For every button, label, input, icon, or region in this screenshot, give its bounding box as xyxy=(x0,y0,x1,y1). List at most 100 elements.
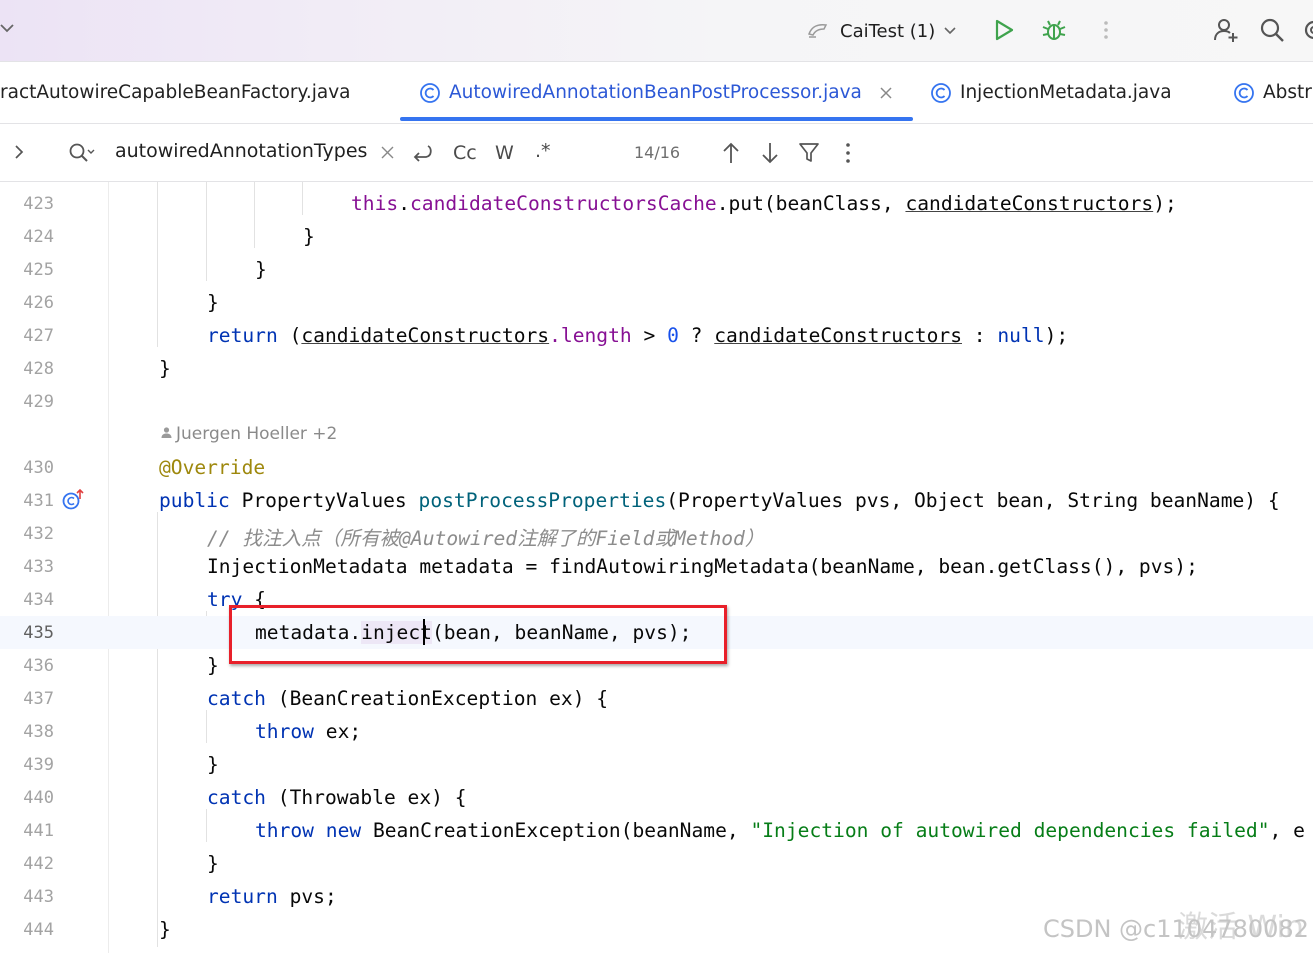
regex-toggle[interactable]: .* xyxy=(535,140,551,162)
line-number: 423 xyxy=(23,194,54,214)
code-line: 425 } xyxy=(0,253,1313,286)
code-text: InjectionMetadata metadata = findAutowir… xyxy=(207,555,1198,578)
highlight-annotation-box xyxy=(229,605,727,664)
search-icon[interactable] xyxy=(1258,16,1286,44)
code-text: } xyxy=(207,852,219,875)
find-bar: autowiredAnnotationTypes Cc W .* 14/16 xyxy=(0,124,1313,182)
code-text: } xyxy=(207,753,219,776)
line-number: 439 xyxy=(23,755,54,775)
code-text: } xyxy=(207,654,219,677)
new-line-icon[interactable] xyxy=(410,142,434,164)
code-text: } xyxy=(159,357,171,380)
words-toggle[interactable]: W xyxy=(495,142,514,164)
class-icon xyxy=(1234,82,1254,103)
line-number: 432 xyxy=(23,524,54,544)
tab-label: Abstr xyxy=(1263,82,1312,103)
code-text: public PropertyValues postProcessPropert… xyxy=(159,489,1280,512)
search-history-icon[interactable] xyxy=(68,142,96,164)
tab-autowired-annotation-bean-post-processor[interactable]: AutowiredAnnotationBeanPostProcessor.jav… xyxy=(419,62,892,123)
code-text: } xyxy=(159,918,171,941)
code-text: return (candidateConstructors.length > 0… xyxy=(207,324,1069,347)
code-text: } xyxy=(255,258,267,281)
line-number: 444 xyxy=(23,920,54,940)
code-line: 426 } xyxy=(0,286,1313,319)
line-number: 443 xyxy=(23,887,54,907)
code-comment: // 找注入点（所有被@Autowired注解了的Field或Method） xyxy=(207,527,765,550)
code-line: 433 InjectionMetadata metadata = findAut… xyxy=(0,550,1313,583)
clear-icon[interactable] xyxy=(381,146,394,159)
tab-abstract[interactable]: Abstr xyxy=(1233,62,1312,123)
match-count: 14/16 xyxy=(634,143,681,162)
code-line: 431 public PropertyValues postProcessPro… xyxy=(0,484,1313,517)
code-line: 429 xyxy=(0,385,1313,418)
debug-icon[interactable] xyxy=(1040,16,1068,44)
code-text: catch (BeanCreationException ex) { xyxy=(207,687,609,710)
tab-injection-metadata[interactable]: InjectionMetadata.java xyxy=(930,62,1172,123)
code-text: this.candidateConstructorsCache.put(bean… xyxy=(351,192,1177,215)
active-tab-indicator xyxy=(400,117,913,121)
code-line: 424 } xyxy=(0,220,1313,253)
code-line: 443 return pvs; xyxy=(0,880,1313,913)
line-number: 431 xyxy=(23,491,54,511)
chevron-right-icon[interactable] xyxy=(12,144,26,160)
editor-tabs: ractAutowireCapableBeanFactory.java Auto… xyxy=(0,62,1313,124)
arrow-down-icon[interactable] xyxy=(759,141,781,165)
filter-icon[interactable] xyxy=(798,141,820,165)
line-number: 433 xyxy=(23,557,54,577)
line-number: 437 xyxy=(23,689,54,709)
code-line: 437 catch (BeanCreationException ex) { xyxy=(0,682,1313,715)
more-options-icon[interactable] xyxy=(1092,16,1120,44)
search-input[interactable]: autowiredAnnotationTypes xyxy=(115,140,367,162)
add-user-icon[interactable] xyxy=(1212,16,1240,44)
code-text: catch (Throwable ex) { xyxy=(207,786,467,809)
overrides-method-icon[interactable] xyxy=(61,488,85,512)
match-case-toggle[interactable]: Cc xyxy=(453,142,477,164)
code-line: 430 @Override xyxy=(0,451,1313,484)
code-text: } xyxy=(303,225,315,248)
code-line: 441 throw new BeanCreationException(bean… xyxy=(0,814,1313,847)
code-text: } xyxy=(207,291,219,314)
class-icon xyxy=(420,82,440,103)
line-number: 440 xyxy=(23,788,54,808)
arrow-up-icon[interactable] xyxy=(720,141,742,165)
tab-label: AutowiredAnnotationBeanPostProcessor.jav… xyxy=(449,82,862,103)
line-number: 428 xyxy=(23,359,54,379)
main-toolbar: CaiTest (1) xyxy=(0,0,1313,62)
code-line: 438 throw ex; xyxy=(0,715,1313,748)
line-number: 426 xyxy=(23,293,54,313)
code-line: 442 } xyxy=(0,847,1313,880)
code-text: throw new BeanCreationException(beanName… xyxy=(255,819,1305,842)
code-line: 440 catch (Throwable ex) { xyxy=(0,781,1313,814)
line-number: 434 xyxy=(23,590,54,610)
line-number: 438 xyxy=(23,722,54,742)
run-config-icon xyxy=(808,24,828,38)
settings-icon[interactable] xyxy=(1300,16,1313,44)
tab-abstract-autowire-capable-bean-factory[interactable]: ractAutowireCapableBeanFactory.java xyxy=(0,62,351,123)
code-line: 427 return (candidateConstructors.length… xyxy=(0,319,1313,352)
chevron-down-icon xyxy=(944,27,956,35)
tab-label: InjectionMetadata.java xyxy=(960,82,1172,103)
close-icon[interactable] xyxy=(880,86,892,99)
chevron-down-icon[interactable] xyxy=(0,20,14,40)
author-inlay-hint[interactable]: Juergen Hoeller +2 xyxy=(160,424,337,444)
code-text: return pvs; xyxy=(207,885,337,908)
tab-label: ractAutowireCapableBeanFactory.java xyxy=(0,82,351,103)
line-number: 442 xyxy=(23,854,54,874)
code-text: @Override xyxy=(159,456,266,479)
user-icon xyxy=(161,427,172,438)
code-line: 439 } xyxy=(0,748,1313,781)
line-number: 429 xyxy=(23,392,54,412)
code-line: 432 // 找注入点（所有被@Autowired注解了的Field或Metho… xyxy=(0,517,1313,550)
code-editor[interactable]: 423 this.candidateConstructorsCache.put(… xyxy=(0,182,1313,953)
line-number: 425 xyxy=(23,260,54,280)
more-options-icon[interactable] xyxy=(838,141,858,165)
class-icon xyxy=(931,82,951,103)
line-number: 435 xyxy=(23,623,54,643)
run-configuration-selector[interactable]: CaiTest (1) xyxy=(806,17,957,45)
code-text: throw ex; xyxy=(255,720,362,743)
code-line: 428 } xyxy=(0,352,1313,385)
run-icon[interactable] xyxy=(990,16,1018,44)
line-number: 430 xyxy=(23,458,54,478)
run-config-label: CaiTest (1) xyxy=(840,20,936,42)
code-line: 423 this.candidateConstructorsCache.put(… xyxy=(0,187,1313,220)
